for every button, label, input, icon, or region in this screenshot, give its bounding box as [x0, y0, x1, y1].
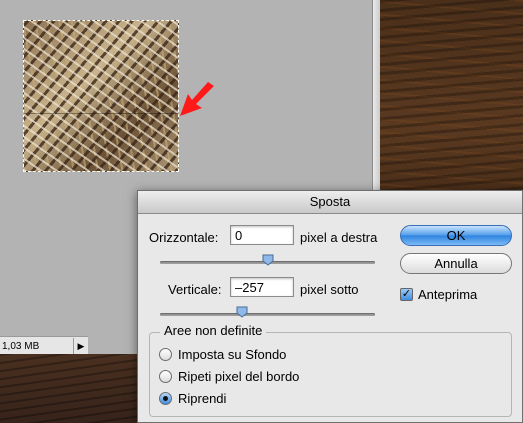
file-size-label: 1,03 MB [2, 340, 40, 352]
preview-label: Anteprima [418, 287, 478, 302]
radio-button-selected[interactable] [159, 392, 172, 405]
dialog-title: Sposta [309, 194, 351, 209]
vertical-slider-track[interactable] [160, 313, 375, 316]
undefined-areas-title: Aree non definite [160, 323, 267, 338]
radio-button[interactable] [159, 348, 172, 361]
vertical-unit-label: pixel sotto [300, 282, 359, 297]
vertical-label: Verticale: [168, 282, 222, 297]
horizontal-label: Orizzontale: [149, 230, 219, 245]
radio-button[interactable] [159, 370, 172, 383]
radio-label: Imposta su Sfondo [178, 347, 287, 362]
texture-selection-thumbnail [23, 20, 179, 172]
red-arrow-icon [180, 82, 214, 116]
horizontal-offset-field[interactable] [230, 225, 294, 245]
offset-dialog: Sposta Orizzontale: pixel a destra Verti… [137, 190, 523, 423]
vertical-offset-field[interactable] [230, 277, 294, 297]
radio-set-to-background[interactable]: Imposta su Sfondo [159, 347, 286, 362]
ok-button[interactable]: OK [400, 225, 512, 246]
vertical-slider-thumb[interactable] [236, 306, 248, 318]
horizontal-slider-thumb[interactable] [262, 254, 274, 266]
radio-repeat-edge-pixels[interactable]: Ripeti pixel del bordo [159, 369, 299, 384]
radio-label: Ripeti pixel del bordo [178, 369, 300, 384]
radio-wrap-around[interactable]: Riprendi [159, 391, 226, 406]
cancel-button[interactable]: Annulla [400, 253, 512, 274]
dialog-titlebar[interactable]: Sposta [138, 191, 522, 214]
status-menu-arrow-icon[interactable]: ▶ [73, 338, 88, 354]
document-status-bar: 1,03 MB ▶ [0, 336, 88, 355]
preview-checkbox[interactable]: ✓ [400, 288, 413, 301]
radio-label: Riprendi [178, 391, 227, 406]
horizontal-unit-label: pixel a destra [300, 230, 378, 245]
